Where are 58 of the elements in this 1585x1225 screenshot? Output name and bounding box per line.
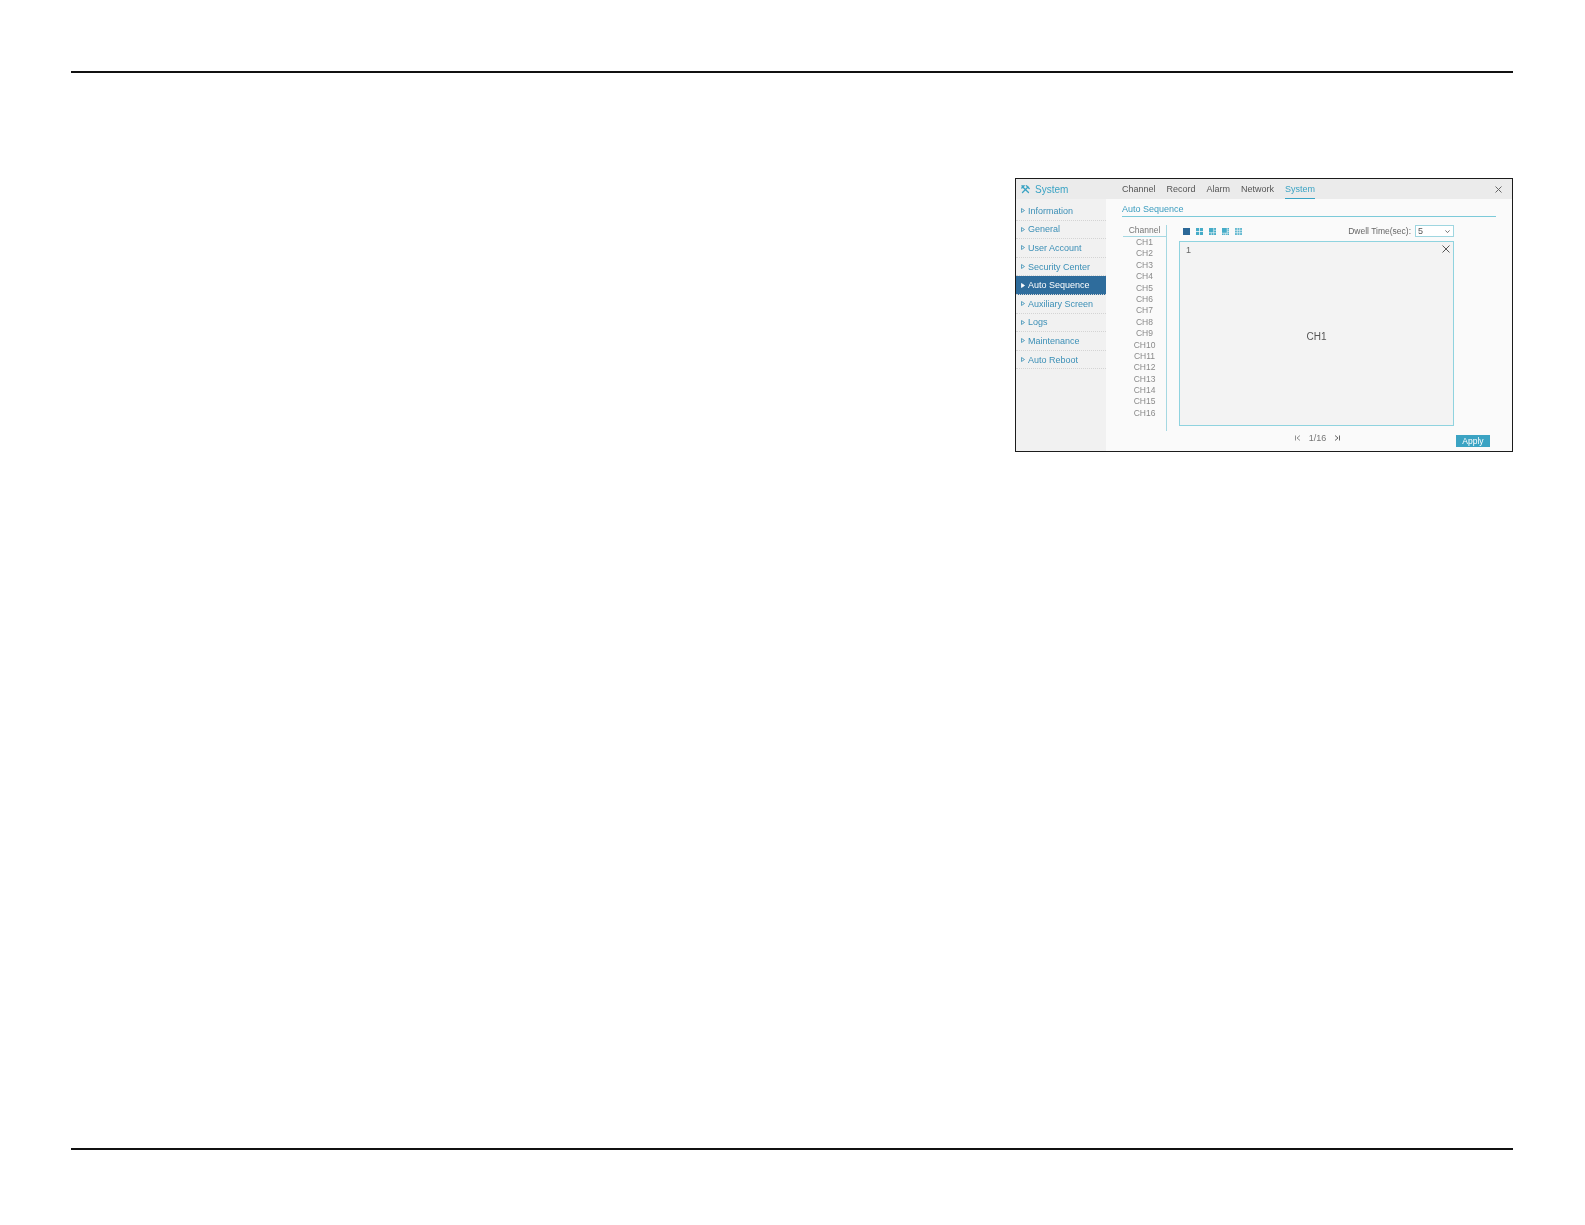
channel-list-item[interactable]: CH2 <box>1136 248 1153 260</box>
triangle-icon <box>1021 226 1025 232</box>
sidebar-item[interactable]: Logs <box>1016 313 1106 333</box>
channel-list-item[interactable]: CH9 <box>1136 328 1153 340</box>
channel-list-item[interactable]: CH8 <box>1136 316 1153 329</box>
dwell-time-select[interactable]: 5 <box>1415 225 1454 237</box>
last-page-icon[interactable] <box>1334 435 1341 441</box>
channel-list-item[interactable]: CH14 <box>1133 385 1156 397</box>
tab[interactable]: Record <box>1166 179 1196 199</box>
section-tab[interactable]: Auto Sequence <box>1122 204 1184 216</box>
channel-list-item[interactable]: CH15 <box>1133 396 1156 408</box>
channel-list-item[interactable]: CH6 <box>1136 293 1153 306</box>
window-title: System <box>1035 183 1069 195</box>
sidebar-item[interactable]: Auxiliary Screen <box>1016 294 1106 314</box>
channel-list-item[interactable]: CH11 <box>1133 350 1156 363</box>
channel-list-item[interactable]: CH1 <box>1136 237 1153 249</box>
tools-icon <box>1021 184 1030 194</box>
sidebar-item[interactable]: General <box>1016 220 1106 240</box>
sidebar-item[interactable]: Maintenance <box>1016 332 1106 351</box>
close-icon[interactable] <box>1495 185 1502 193</box>
triangle-icon <box>1021 208 1025 214</box>
first-page-icon[interactable] <box>1294 435 1301 441</box>
channel-list-item[interactable]: CH3 <box>1136 259 1153 272</box>
eight-split-icon[interactable] <box>1222 227 1229 235</box>
triangle-icon <box>1021 264 1025 270</box>
tab[interactable]: Channel <box>1122 179 1156 199</box>
page-indicator: 1/16 <box>1308 433 1327 443</box>
single-view-icon[interactable] <box>1183 227 1190 235</box>
quad-grid-icon[interactable] <box>1196 227 1203 235</box>
channel-list-item[interactable]: CH12 <box>1133 362 1156 374</box>
sidebar-item[interactable]: Auto Sequence <box>1016 276 1106 295</box>
field-label: Dwell Time(sec): <box>1348 226 1411 236</box>
channel-list-item[interactable]: CH10 <box>1133 339 1156 351</box>
close-icon[interactable] <box>1442 245 1450 253</box>
triangle-icon <box>1021 338 1025 344</box>
nine-grid-icon[interactable] <box>1235 227 1242 235</box>
channel-label: CH1 <box>1306 330 1327 342</box>
triangle-icon <box>1021 357 1025 363</box>
channel-list-item[interactable]: CH16 <box>1133 407 1156 420</box>
tile-number: 1 <box>1186 245 1191 255</box>
sidebar-item[interactable]: Information <box>1016 202 1106 221</box>
six-split-icon[interactable] <box>1209 227 1216 235</box>
apply-button[interactable]: Apply <box>1456 435 1490 447</box>
channel-list-item[interactable]: CH5 <box>1136 282 1153 294</box>
column-header: Channel <box>1123 225 1166 237</box>
triangle-icon <box>1021 301 1025 307</box>
sidebar-item[interactable]: Auto Reboot <box>1016 350 1106 370</box>
triangle-icon <box>1021 282 1025 288</box>
triangle-icon <box>1021 245 1025 251</box>
channel-list-item[interactable]: CH13 <box>1133 373 1156 386</box>
tab[interactable]: System <box>1285 179 1316 199</box>
tab[interactable]: Network <box>1241 179 1275 199</box>
channel-list-item[interactable]: CH4 <box>1136 271 1153 283</box>
channel-list-item[interactable]: CH7 <box>1136 305 1153 317</box>
sidebar-item[interactable]: User Account <box>1016 239 1106 258</box>
triangle-icon <box>1021 319 1025 325</box>
chevron-down-icon <box>1445 229 1450 233</box>
tab[interactable]: Alarm <box>1206 179 1231 199</box>
